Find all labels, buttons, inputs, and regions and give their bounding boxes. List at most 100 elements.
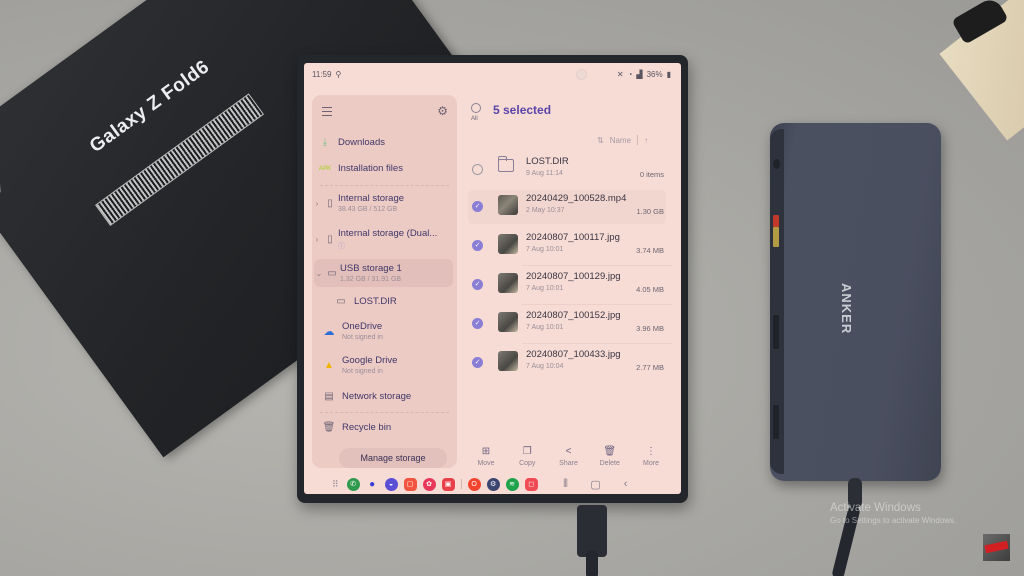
selection-header: All 5 selected xyxy=(464,103,674,133)
drawer-item-google-drive[interactable]: ▲ Google Drive Not signed in xyxy=(316,355,451,375)
microsd-slot xyxy=(773,227,779,247)
drawer-item-recycle-bin[interactable]: 🗑 Recycle bin xyxy=(316,422,451,433)
folder-icon xyxy=(498,156,514,172)
back-button[interactable]: ‹ xyxy=(618,478,634,490)
file-row[interactable]: ✓ 20240429_100528.mp4 2 May 10:37 1.30 G… xyxy=(468,190,666,224)
battery-text: 36% xyxy=(646,69,663,79)
sort-label: Name xyxy=(609,135,632,145)
sort-control[interactable]: ⇅ Name ↑ xyxy=(597,135,648,145)
folder-icon: ▭ xyxy=(336,296,346,307)
usb-a-port xyxy=(773,315,779,349)
phone-icon: ▯ xyxy=(327,197,333,209)
file-row[interactable]: LOST.DIR 9 Aug 11:14 0 items xyxy=(468,153,666,187)
drawer-item-lost-dir[interactable]: ▭ LOST.DIR xyxy=(328,296,451,307)
move-button[interactable]: ⊞ Move xyxy=(466,446,506,472)
phone: 11:59 ⚲ ✕ ◔ ▟ 36% ▮ ⚙ ⤓ Downloads APK In… xyxy=(297,55,688,503)
file-date: 7 Aug 10:04 xyxy=(526,363,564,370)
divider xyxy=(320,185,449,186)
box-corner xyxy=(0,114,31,207)
usb-cable xyxy=(586,550,598,576)
app-drawer-icon[interactable]: ⠿ xyxy=(332,479,339,490)
signal-icon: ▟ xyxy=(636,69,643,79)
usb-icon: ▭ xyxy=(327,267,337,279)
drawer-item-internal-storage-dual[interactable]: › ▯ Internal storage (Dual... ⓘ xyxy=(312,228,451,251)
sort-direction-icon[interactable]: ↑ xyxy=(644,136,648,145)
activate-windows-watermark: Activate Windows Go to Settings to activ… xyxy=(830,502,956,525)
settings-app-icon[interactable]: ⚙ xyxy=(486,477,500,491)
navigation-drawer: ⚙ ⤓ Downloads APK Installation files › ▯… xyxy=(312,95,457,468)
phone-screen: 11:59 ⚲ ✕ ◔ ▟ 36% ▮ ⚙ ⤓ Downloads APK In… xyxy=(304,63,681,494)
divider xyxy=(637,135,639,145)
recents-button[interactable]: ⦀ xyxy=(558,478,574,491)
delete-icon: 🗑 xyxy=(603,446,617,457)
row-checkbox-checked[interactable]: ✓ xyxy=(472,357,483,368)
divider xyxy=(460,479,462,489)
usb-a-port xyxy=(773,405,779,439)
internet-app-icon[interactable]: ◒ xyxy=(384,477,398,491)
copy-button[interactable]: ❐ Copy xyxy=(507,446,547,472)
drawer-item-downloads[interactable]: ⤓ Downloads xyxy=(312,137,451,148)
phone-app-icon[interactable]: ✆ xyxy=(346,477,360,491)
google-drive-icon: ▲ xyxy=(324,359,334,371)
store-app-icon[interactable]: ◻ xyxy=(524,477,538,491)
chevron-right-icon[interactable]: › xyxy=(312,199,322,208)
file-date: 7 Aug 10:01 xyxy=(526,246,564,253)
home-button[interactable]: ▢ xyxy=(588,478,604,491)
row-checkbox-checked[interactable]: ✓ xyxy=(472,279,483,290)
image-thumbnail xyxy=(498,351,518,371)
wifi-icon: ◔ xyxy=(627,69,633,79)
spotify-app-icon[interactable]: ≋ xyxy=(505,477,519,491)
file-row[interactable]: ✓ 20240807_100117.jpg 7 Aug 10:01 3.74 M… xyxy=(468,229,666,263)
location-icon: ⚲ xyxy=(335,69,342,79)
divider xyxy=(320,412,449,413)
row-checkbox-checked[interactable]: ✓ xyxy=(472,240,483,251)
file-date: 7 Aug 10:01 xyxy=(526,324,564,331)
drawer-item-onedrive[interactable]: ☁ OneDrive Not signed in xyxy=(316,321,451,341)
row-checkbox-checked[interactable]: ✓ xyxy=(472,201,483,212)
share-button[interactable]: < Share xyxy=(549,446,589,472)
delete-button[interactable]: 🗑 Delete xyxy=(590,446,630,472)
file-name: 20240807_100152.jpg xyxy=(526,310,621,321)
apk-icon: APK xyxy=(318,165,332,172)
file-name: 20240807_100129.jpg xyxy=(526,271,621,282)
select-all-checkbox[interactable] xyxy=(471,103,481,113)
trash-icon: 🗑 xyxy=(322,422,336,433)
divider xyxy=(522,304,672,305)
file-name: LOST.DIR xyxy=(526,156,569,167)
file-row[interactable]: ✓ 20240807_100152.jpg 7 Aug 10:01 3.96 M… xyxy=(468,307,666,341)
chevron-down-icon[interactable]: ⌄ xyxy=(314,269,324,278)
drawer-item-installation-files[interactable]: APK Installation files xyxy=(312,163,451,174)
row-checkbox[interactable] xyxy=(472,164,483,175)
clock: 11:59 xyxy=(312,69,332,79)
audio-port xyxy=(773,159,780,169)
row-checkbox-checked[interactable]: ✓ xyxy=(472,318,483,329)
gear-icon[interactable]: ⚙ xyxy=(437,105,448,117)
screen-recorder-app-icon[interactable]: ▣ xyxy=(441,477,455,491)
file-name: 20240807_100117.jpg xyxy=(526,232,620,243)
image-thumbnail xyxy=(498,312,518,332)
network-storage-icon: ▤ xyxy=(324,391,334,402)
battery-icon: ▮ xyxy=(666,69,671,79)
file-size: 2.77 MB xyxy=(636,363,664,372)
messages-app-icon[interactable]: ● xyxy=(366,478,379,491)
chevron-right-icon[interactable]: › xyxy=(312,235,322,244)
more-button[interactable]: ⋮ More xyxy=(631,446,671,472)
file-date: 7 Aug 10:01 xyxy=(526,285,564,292)
gallery-app-icon[interactable]: ✿ xyxy=(422,477,436,491)
action-bar: ⊞ Move ❐ Copy < Share 🗑 Delete ⋮ More xyxy=(466,446,671,472)
manage-storage-button[interactable]: Manage storage xyxy=(339,448,447,468)
image-thumbnail xyxy=(498,234,518,254)
file-date: 2 May 10:37 xyxy=(526,207,565,214)
drawer-item-network-storage[interactable]: ▤ Network storage xyxy=(316,391,451,402)
file-row[interactable]: ✓ 20240807_100433.jpg 7 Aug 10:04 2.77 M… xyxy=(468,346,666,380)
drawer-item-usb-storage[interactable]: ⌄ ▭ USB storage 1 1.32 GB / 31.91 GB xyxy=(314,259,453,287)
file-size: 4.05 MB xyxy=(636,285,664,294)
notes-app-icon[interactable]: ▢ xyxy=(403,477,417,491)
file-row[interactable]: ✓ 20240807_100129.jpg 7 Aug 10:01 4.05 M… xyxy=(468,268,666,302)
file-size: 1.30 GB xyxy=(636,207,664,216)
hamburger-icon[interactable] xyxy=(322,107,332,116)
camera-cutout xyxy=(576,69,587,80)
opera-app-icon[interactable]: O xyxy=(467,477,481,491)
select-all-label: All xyxy=(471,116,478,122)
drawer-item-internal-storage[interactable]: › ▯ Internal storage 38.43 GB / 512 GB xyxy=(312,193,451,213)
